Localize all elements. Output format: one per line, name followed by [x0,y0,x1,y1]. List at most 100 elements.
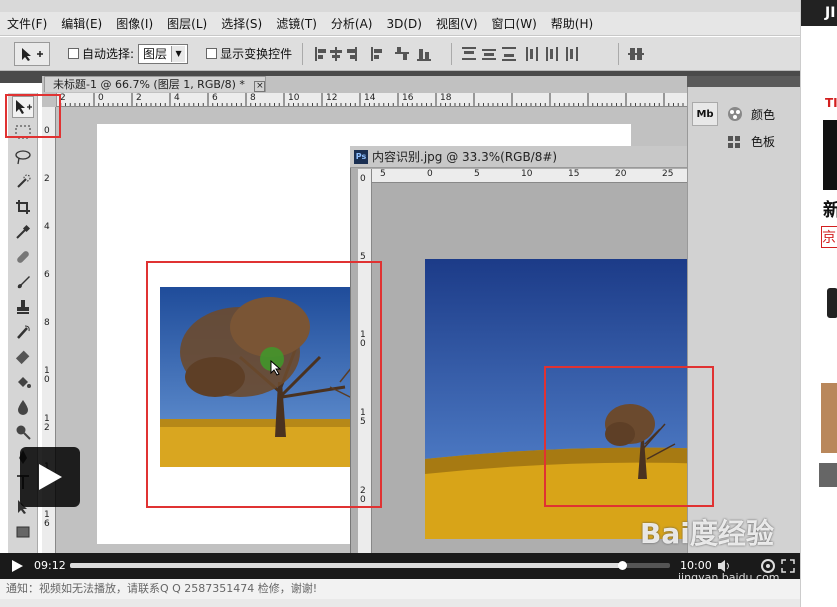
notice-text: 通知：视频如无法播放，请联系Q Q 2587351474 检修，谢谢! [6,582,318,595]
ruler-h-label: 14 [364,93,376,103]
ad-header: JI [801,0,837,26]
eyedropper-icon [16,224,31,239]
menu-3d[interactable]: 3D(D) [379,17,428,31]
close-icon[interactable]: × [254,81,266,92]
eraser-icon [15,350,30,365]
menu-layer[interactable]: 图层(L) [160,15,214,32]
auto-align-icon[interactable] [627,44,647,64]
show-transform-checkbox[interactable] [206,48,218,59]
ad-text-1: TI [825,96,837,110]
quick-selection-tool[interactable] [12,171,34,193]
document-tab[interactable]: 未标题-1 @ 66.7% (图层 1, RGB/8) * × [44,76,266,92]
tree-region-highlight [544,366,714,507]
show-transform-label: 显示变换控件 [220,47,293,61]
ruler2-h-label: 5 [380,169,386,179]
swatches-icon [728,136,740,148]
horizontal-ruler: 2 0 2 4 6 8 10 12 14 16 18 [56,93,687,107]
bottom-strip [0,599,800,607]
ruler2-h-label: 0 [427,169,433,179]
rectangle-icon [16,526,30,538]
menu-view[interactable]: 视图(V) [429,15,485,32]
history-brush-icon [17,325,30,339]
history-brush-tool[interactable] [12,321,34,343]
ruler-h-label: 2 [136,93,142,103]
options-bar: 自动选择: 图层 ▼ 显示变换控件 [0,37,800,71]
auto-select-value: 图层 [143,47,168,61]
blur-tool[interactable] [12,396,34,418]
brush-tool[interactable] [12,271,34,293]
menu-window[interactable]: 窗口(W) [485,15,544,32]
ad-glyph-block [823,120,837,190]
progress-handle[interactable] [618,561,627,570]
ad-product-image-3 [819,463,837,487]
paint-bucket-icon [18,377,31,388]
side-advertisement[interactable]: JI TI 新 京 [800,0,837,607]
notice-bar: 通知：视频如无法播放，请联系Q Q 2587351474 检修，谢谢! [0,579,800,599]
swatches-panel-tab[interactable]: 色板 [725,134,800,148]
ruler-v-label: 2 [44,174,50,184]
ad-product-image-2 [821,383,837,453]
clone-stamp-tool[interactable] [12,296,34,318]
ruler-h-label: 8 [250,93,256,103]
baidu-watermark: Bai度经验 [640,518,800,568]
ruler-h-label: 4 [174,93,180,103]
progress-fill [70,563,622,568]
menu-help[interactable]: 帮助(H) [544,15,600,32]
lasso-icon [15,150,31,165]
menu-file[interactable]: 文件(F) [0,15,54,32]
distribute-icons-group[interactable] [460,44,610,64]
menu-filter[interactable]: 滤镜(T) [269,15,324,32]
play-icon[interactable] [10,559,24,573]
ruler2-h-label: 10 [521,169,533,179]
move-tool-preset-button[interactable] [14,41,50,66]
ruler-h-label: 0 [98,93,104,103]
ruler2-h-label: 25 [662,169,674,179]
color-panel-tab[interactable]: 颜色 [725,102,800,126]
swatches-panel-label: 色板 [751,134,776,149]
ad-badge: 京 [821,226,837,248]
stamp-icon [17,300,29,314]
eraser-tool[interactable] [12,346,34,368]
align-icons-group[interactable] [313,44,443,64]
ruler-v-label: 12 [44,414,50,433]
bandage-icon [17,251,29,263]
ad-header-text: JI [825,5,836,21]
shape-tool[interactable] [12,521,34,543]
document-window-2-title: 内容识别.jpg @ 33.3%(RGB/8#) [372,150,558,164]
eyedropper-tool[interactable] [12,221,34,243]
ruler2-h-label: 20 [615,169,627,179]
document-tab-title: 未标题-1 @ 66.7% (图层 1, RGB/8) * [53,78,245,91]
healing-brush-tool[interactable] [12,246,34,268]
ad-text-2: 新 [801,196,837,222]
color-palette-icon [728,107,742,121]
menu-edit[interactable]: 编辑(E) [54,15,109,32]
ruler2-v-label: 0 [360,174,366,184]
play-icon [39,464,62,490]
baidu-watermark-logo: Bai度经验 [640,517,774,550]
ruler-v-label: 16 [44,510,50,529]
menu-image[interactable]: 图像(I) [109,15,160,32]
brush-icon [17,276,30,289]
photoshop-icon: Ps [354,149,368,164]
auto-select-checkbox[interactable] [68,48,79,59]
droplet-icon [18,400,28,415]
layer-highlight [146,261,382,508]
quick-selection-icon [17,174,31,188]
crop-icon [16,200,30,214]
chevron-down-icon: ▼ [171,45,186,62]
ruler-h-label: 10 [288,93,300,103]
mini-bridge-label: Mb [696,108,714,120]
menu-select[interactable]: 选择(S) [214,15,269,32]
ruler2-h-label: 5 [474,169,480,179]
mini-bridge-button[interactable]: Mb [692,102,718,126]
ruler-h-label: 18 [440,93,452,103]
play-overlay-button[interactable] [20,447,80,507]
paint-bucket-tool[interactable] [12,371,34,393]
crop-tool[interactable] [12,196,34,218]
auto-select-dropdown[interactable]: 图层 ▼ [138,43,189,64]
dodge-tool[interactable] [12,421,34,443]
ruler-v-label: 6 [44,270,50,280]
lasso-tool[interactable] [12,146,34,168]
menu-analysis[interactable]: 分析(A) [324,15,380,32]
right-dock-header [687,76,800,87]
